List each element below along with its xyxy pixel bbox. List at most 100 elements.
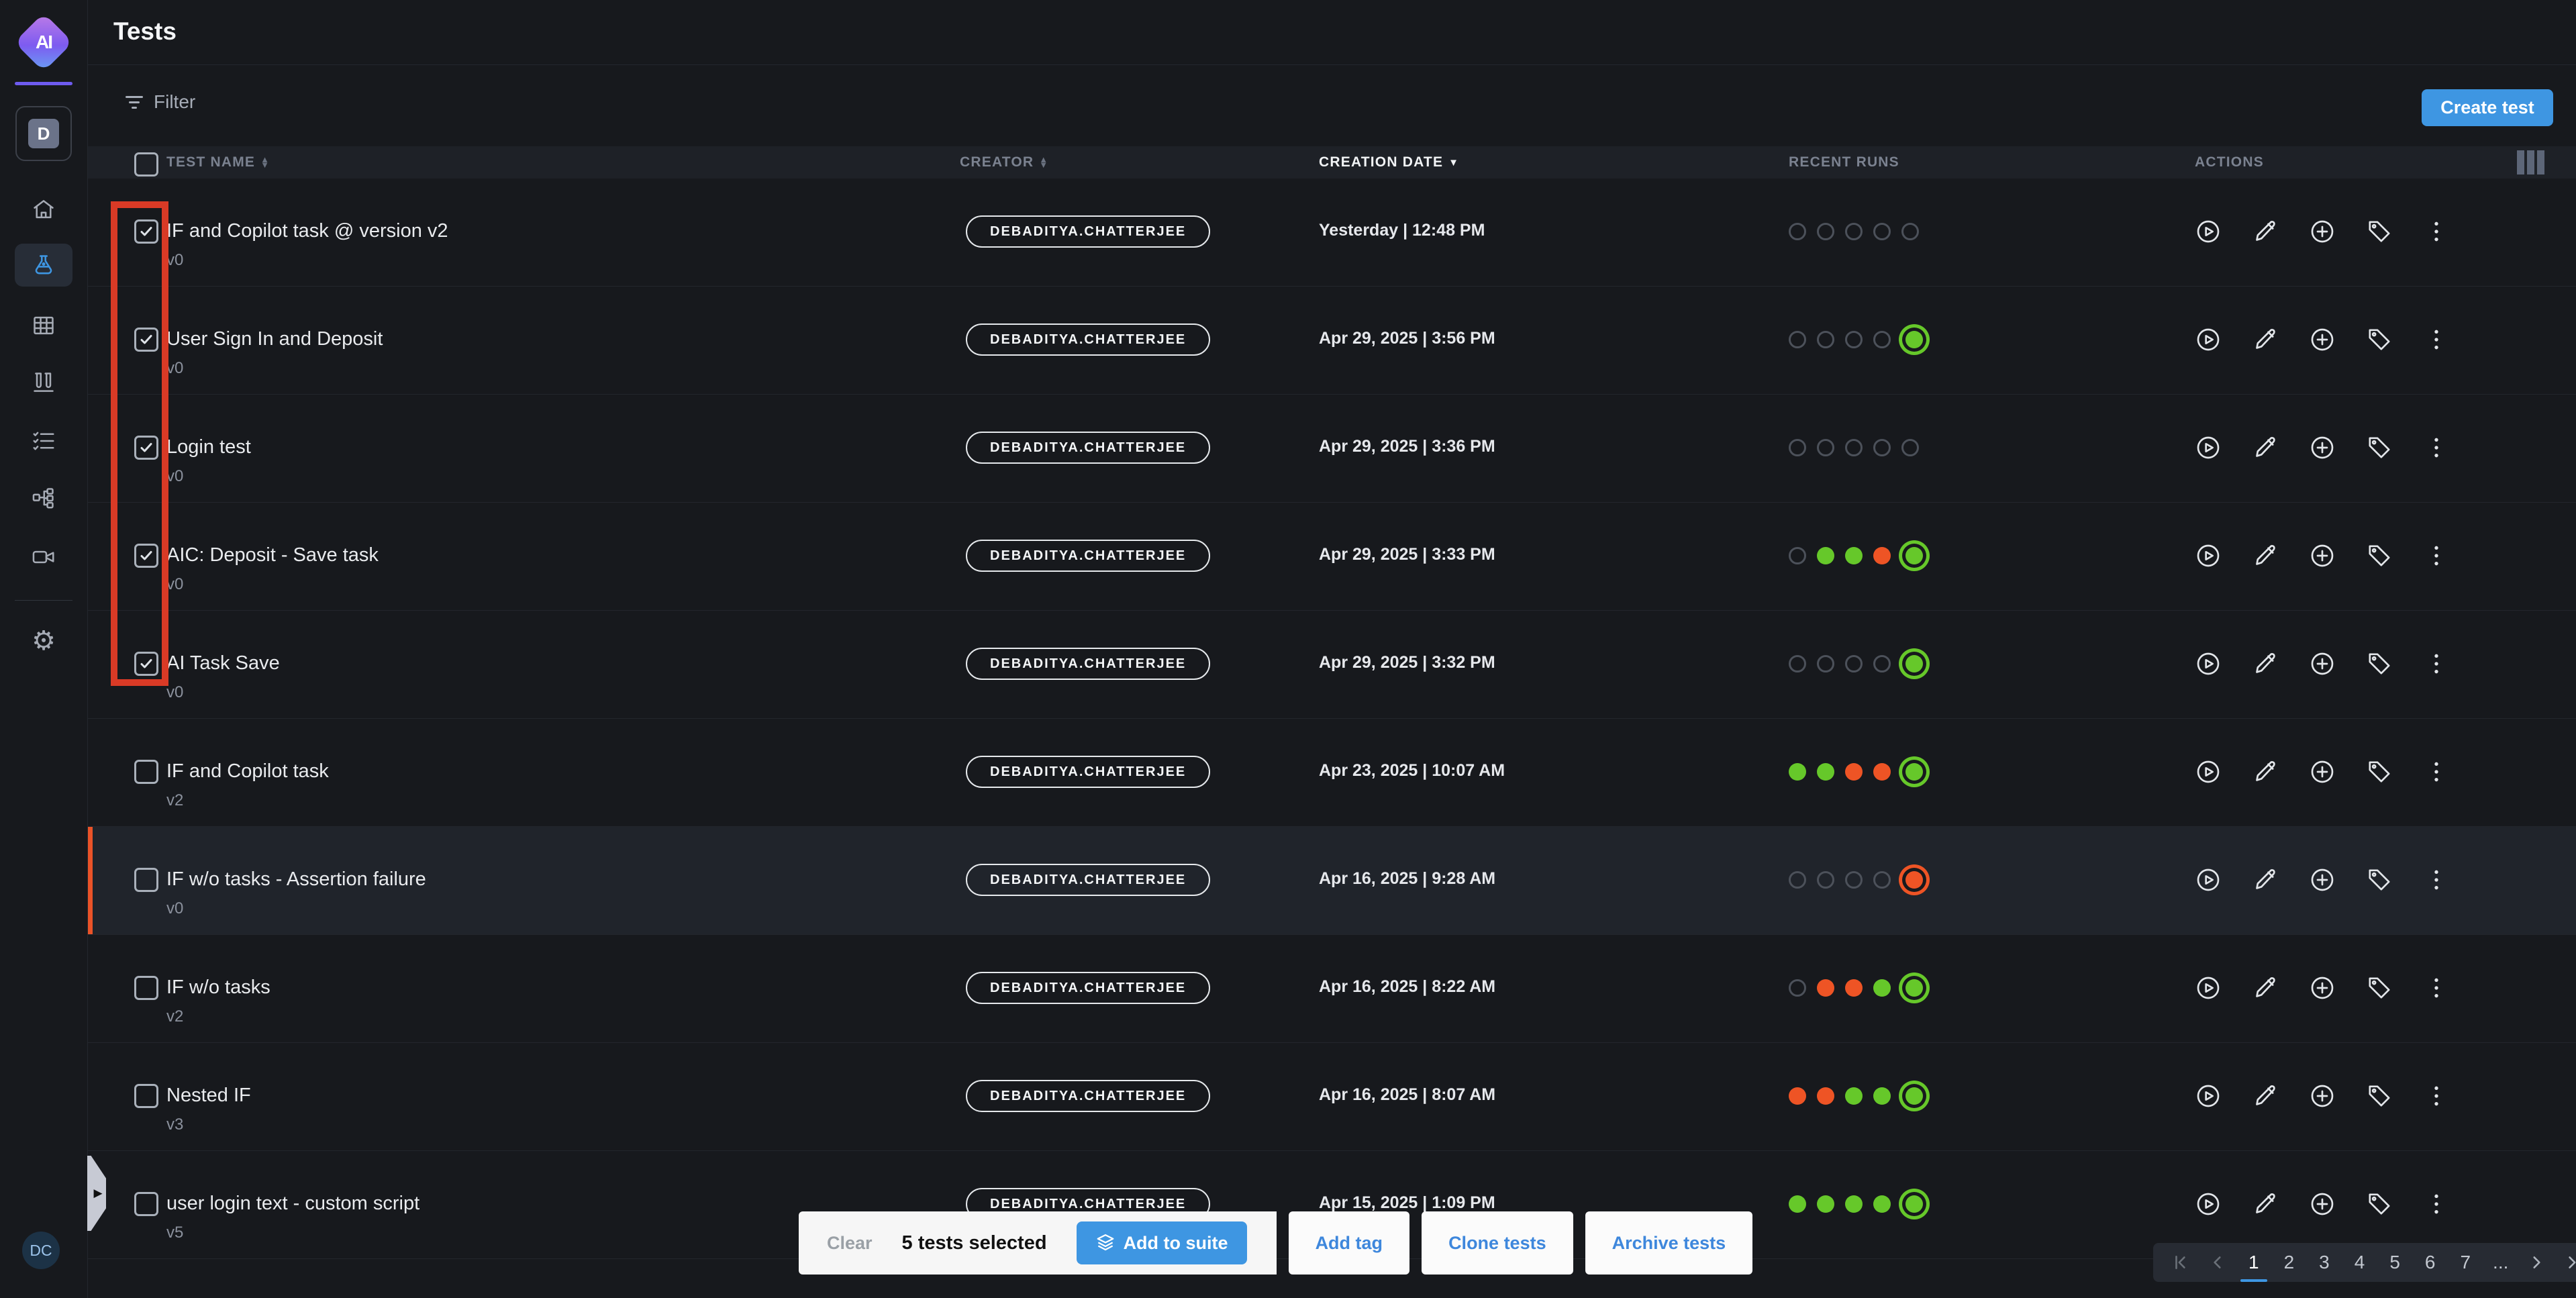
edit-pencil-icon[interactable]	[2252, 542, 2279, 569]
add-plus-icon[interactable]	[2309, 434, 2336, 461]
run-status-dot-green[interactable]	[1817, 547, 1834, 564]
run-status-dot-green-ring[interactable]	[1905, 547, 1923, 564]
column-settings-button[interactable]	[2497, 150, 2576, 174]
run-play-icon[interactable]	[2195, 650, 2222, 677]
run-status-dot-empty[interactable]	[1789, 223, 1806, 240]
more-kebab-icon[interactable]	[2423, 758, 2450, 785]
clear-selection-button[interactable]: Clear	[827, 1233, 873, 1254]
recent-runs[interactable]	[1789, 503, 2195, 610]
run-status-dot-green[interactable]	[1845, 1087, 1863, 1105]
run-status-dot-empty[interactable]	[1789, 871, 1806, 889]
run-status-dot-empty[interactable]	[1817, 439, 1834, 456]
run-status-dot-green-ring[interactable]	[1905, 1195, 1923, 1213]
run-status-dot-green-ring[interactable]	[1905, 655, 1923, 672]
table-row[interactable]: IF and Copilot task v2 DEBADITYA.CHATTER…	[88, 719, 2576, 827]
recent-runs[interactable]	[1789, 287, 2195, 394]
run-status-dot-green[interactable]	[1817, 1195, 1834, 1213]
row-checkbox[interactable]	[134, 544, 158, 568]
last-page-button[interactable]	[2565, 1254, 2576, 1271]
sidebar-item-home[interactable]	[15, 188, 72, 231]
edit-pencil-icon[interactable]	[2252, 975, 2279, 1001]
archive-tests-button[interactable]: Archive tests	[1585, 1211, 1753, 1275]
tag-icon[interactable]	[2366, 866, 2393, 893]
run-status-dot-orange[interactable]	[1817, 979, 1834, 997]
filter-button[interactable]: Filter	[126, 91, 195, 113]
sidebar-item-data-tables[interactable]	[15, 304, 72, 347]
tag-icon[interactable]	[2366, 650, 2393, 677]
run-status-dot-orange[interactable]	[1873, 763, 1891, 781]
sidebar-item-flows[interactable]	[15, 477, 72, 519]
add-plus-icon[interactable]	[2309, 866, 2336, 893]
run-status-dot-empty[interactable]	[1873, 871, 1891, 889]
run-status-dot-empty[interactable]	[1873, 331, 1891, 348]
row-checkbox[interactable]	[134, 1192, 158, 1216]
edit-pencil-icon[interactable]	[2252, 758, 2279, 785]
row-checkbox[interactable]	[134, 976, 158, 1000]
column-header-creation-date[interactable]: CREATION DATE ▼	[1319, 154, 1789, 170]
test-name[interactable]: IF w/o tasks	[166, 935, 960, 999]
run-play-icon[interactable]	[2195, 1083, 2222, 1109]
user-avatar[interactable]: DC	[22, 1232, 60, 1269]
run-play-icon[interactable]	[2195, 975, 2222, 1001]
run-status-dot-green-ring[interactable]	[1905, 1087, 1923, 1105]
test-name[interactable]: User Sign In and Deposit	[166, 287, 960, 351]
recent-runs[interactable]	[1789, 1043, 2195, 1150]
row-checkbox[interactable]	[134, 868, 158, 892]
more-kebab-icon[interactable]	[2423, 866, 2450, 893]
run-status-dot-green[interactable]	[1817, 763, 1834, 781]
run-play-icon[interactable]	[2195, 326, 2222, 353]
add-plus-icon[interactable]	[2309, 218, 2336, 245]
add-plus-icon[interactable]	[2309, 542, 2336, 569]
prev-page-button[interactable]	[2209, 1254, 2226, 1271]
run-status-dot-empty[interactable]	[1845, 331, 1863, 348]
page-number-2[interactable]: 2	[2281, 1252, 2297, 1273]
column-header-test-name[interactable]: TEST NAME ▲▼	[166, 154, 960, 170]
tag-icon[interactable]	[2366, 218, 2393, 245]
tag-icon[interactable]	[2366, 326, 2393, 353]
run-status-dot-green[interactable]	[1789, 763, 1806, 781]
page-number-5[interactable]: 5	[2387, 1252, 2403, 1273]
test-name[interactable]: Nested IF	[166, 1043, 960, 1107]
edit-pencil-icon[interactable]	[2252, 326, 2279, 353]
table-row[interactable]: Login test v0 DEBADITYA.CHATTERJEE Apr 2…	[88, 395, 2576, 503]
run-status-dot-green-ring[interactable]	[1905, 331, 1923, 348]
recent-runs[interactable]	[1789, 395, 2195, 502]
clone-tests-button[interactable]: Clone tests	[1422, 1211, 1573, 1275]
test-name[interactable]: Login test	[166, 395, 960, 459]
add-plus-icon[interactable]	[2309, 1191, 2336, 1217]
run-status-dot-empty[interactable]	[1845, 871, 1863, 889]
row-checkbox[interactable]	[134, 1084, 158, 1108]
run-status-dot-green[interactable]	[1789, 1195, 1806, 1213]
sidebar-item-recordings[interactable]	[15, 536, 72, 579]
run-status-dot-green[interactable]	[1873, 1195, 1891, 1213]
edit-pencil-icon[interactable]	[2252, 218, 2279, 245]
run-play-icon[interactable]	[2195, 758, 2222, 785]
run-status-dot-orange[interactable]	[1873, 547, 1891, 564]
run-status-dot-green[interactable]	[1845, 547, 1863, 564]
tag-icon[interactable]	[2366, 1083, 2393, 1109]
page-number-7[interactable]: 7	[2457, 1252, 2473, 1273]
table-row[interactable]: IF w/o tasks v2 DEBADITYA.CHATTERJEE Apr…	[88, 935, 2576, 1043]
row-checkbox[interactable]	[134, 328, 158, 352]
recent-runs[interactable]	[1789, 827, 2195, 934]
run-status-dot-empty[interactable]	[1845, 655, 1863, 672]
run-status-dot-orange-ring[interactable]	[1905, 871, 1923, 889]
add-plus-icon[interactable]	[2309, 1083, 2336, 1109]
workspace-switcher[interactable]: D	[15, 106, 72, 161]
run-status-dot-empty[interactable]	[1789, 439, 1806, 456]
more-kebab-icon[interactable]	[2423, 542, 2450, 569]
edit-pencil-icon[interactable]	[2252, 434, 2279, 461]
more-kebab-icon[interactable]	[2423, 975, 2450, 1001]
more-kebab-icon[interactable]	[2423, 326, 2450, 353]
sidebar-item-tests[interactable]	[15, 244, 72, 287]
test-name[interactable]: IF and Copilot task	[166, 719, 960, 783]
add-plus-icon[interactable]	[2309, 758, 2336, 785]
run-status-dot-empty[interactable]	[1789, 655, 1806, 672]
recent-runs[interactable]	[1789, 719, 2195, 826]
run-play-icon[interactable]	[2195, 542, 2222, 569]
tag-icon[interactable]	[2366, 758, 2393, 785]
test-name[interactable]: user login text - custom script	[166, 1151, 960, 1215]
table-row[interactable]: AIC: Deposit - Save task v0 DEBADITYA.CH…	[88, 503, 2576, 611]
recent-runs[interactable]	[1789, 935, 2195, 1042]
add-plus-icon[interactable]	[2309, 975, 2336, 1001]
